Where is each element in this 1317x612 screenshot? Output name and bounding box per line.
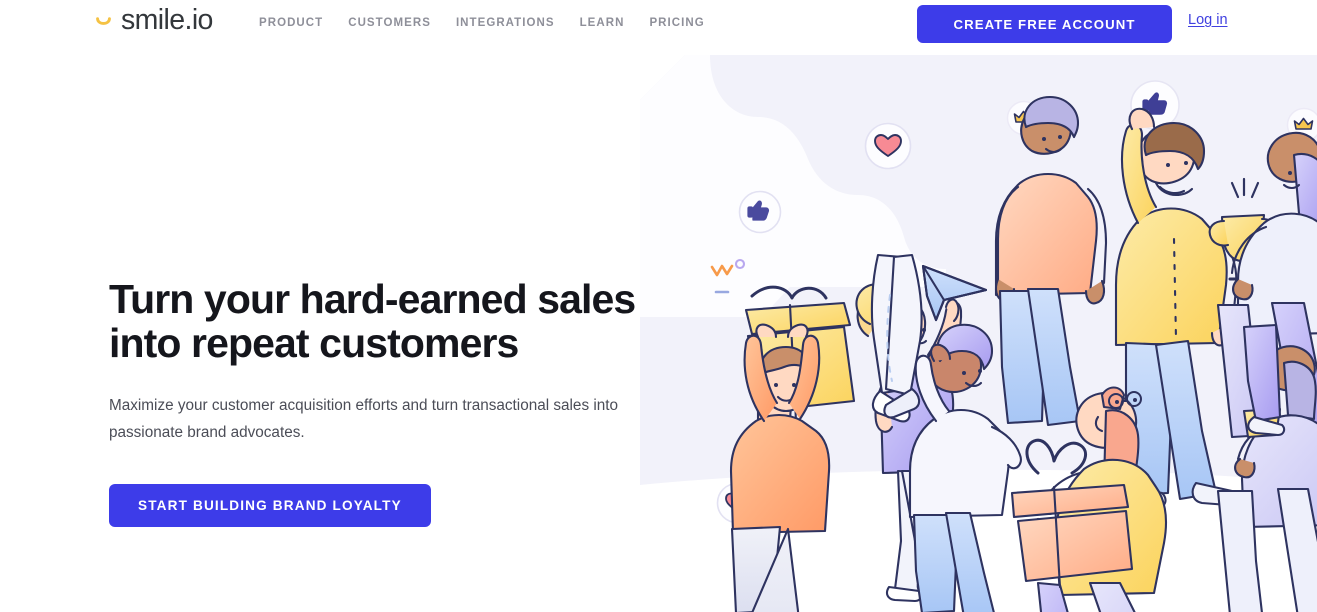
- hero-illustration: [640, 55, 1317, 612]
- smile-arc-icon: [95, 9, 112, 31]
- create-free-account-button[interactable]: CREATE FREE ACCOUNT: [917, 5, 1172, 43]
- login-link[interactable]: Log in: [1188, 12, 1228, 28]
- landing-page: smile.io PRODUCT CUSTOMERS INTEGRATIONS …: [0, 0, 1317, 612]
- badge-thumbs-up-left: [738, 190, 782, 234]
- nav-item-customers[interactable]: CUSTOMERS: [348, 17, 431, 29]
- site-header: smile.io PRODUCT CUSTOMERS INTEGRATIONS …: [0, 0, 1317, 49]
- hero-content: Turn your hard-earned sales into repeat …: [109, 276, 669, 528]
- page-title: Turn your hard-earned sales into repeat …: [109, 276, 636, 366]
- nav-item-learn[interactable]: LEARN: [580, 17, 625, 29]
- main-nav: PRODUCT CUSTOMERS INTEGRATIONS LEARN PRI…: [259, 17, 705, 29]
- nav-item-pricing[interactable]: PRICING: [649, 17, 704, 29]
- hero-subtitle: Maximize your customer acquisition effor…: [109, 396, 619, 441]
- badge-heart-top: [864, 122, 912, 170]
- nav-item-product[interactable]: PRODUCT: [259, 17, 323, 29]
- nav-item-integrations[interactable]: INTEGRATIONS: [456, 17, 555, 29]
- logo[interactable]: smile.io: [95, 6, 213, 35]
- logo-wordmark: smile.io: [121, 4, 213, 36]
- start-building-brand-loyalty-button[interactable]: START BUILDING BRAND LOYALTY: [109, 484, 431, 528]
